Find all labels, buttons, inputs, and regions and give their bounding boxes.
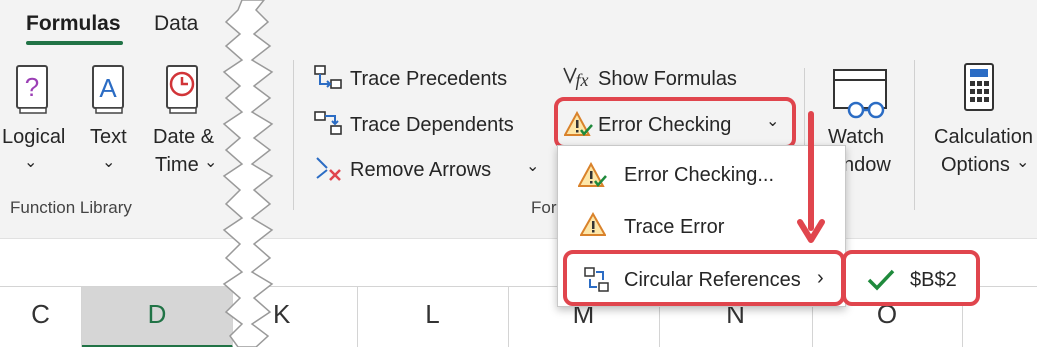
circular-reference-submenu: $B$2: [842, 250, 980, 306]
calculation-options-button[interactable]: Calculation: [934, 126, 1033, 149]
column-header-l[interactable]: L: [357, 287, 509, 347]
column-header-d[interactable]: D: [82, 287, 233, 347]
svg-text:?: ?: [25, 72, 39, 102]
formula-auditing-group-label: For: [531, 198, 557, 217]
checkmark-icon: [866, 268, 896, 292]
svg-text:A: A: [99, 73, 117, 103]
chevron-down-icon: ⌄: [24, 154, 38, 171]
text-button[interactable]: Text: [90, 126, 127, 149]
trace-dependents-icon: [313, 110, 345, 138]
red-arrow-annotation: [797, 111, 825, 243]
trace-dependents-button[interactable]: Trace Dependents: [350, 114, 514, 137]
trace-precedents-icon: [313, 64, 345, 92]
error-checking-split-button[interactable]: Error Checking ⌄: [554, 97, 796, 149]
show-formulas-icon: fx: [562, 64, 594, 92]
calculation-options-label-line2: Options: [941, 154, 1010, 176]
warning-check-icon: [578, 162, 608, 190]
menu-item-circular-references[interactable]: Circular References ›: [563, 250, 845, 306]
remove-arrows-button[interactable]: Remove Arrows: [350, 159, 491, 182]
trace-precedents-button[interactable]: Trace Precedents: [350, 68, 507, 91]
clock-function-icon: [164, 64, 200, 116]
chevron-down-icon: ⌄: [1016, 154, 1030, 171]
chevron-right-icon: ›: [817, 267, 824, 289]
menu-item-error-checking[interactable]: Error Checking...: [624, 164, 774, 187]
chevron-down-icon[interactable]: ⌄: [766, 111, 779, 131]
logical-function-icon: ?: [14, 64, 50, 116]
chevron-down-icon[interactable]: ⌄: [526, 156, 539, 176]
circular-reference-cell-link[interactable]: $B$2: [910, 269, 957, 292]
menu-item-trace-error[interactable]: Trace Error: [624, 216, 724, 239]
group-separator: [914, 60, 915, 210]
tab-formulas[interactable]: Formulas: [26, 12, 121, 36]
calculator-icon: [962, 62, 996, 114]
error-checking-button-label: Error Checking: [598, 114, 732, 136]
svg-text:fx: fx: [576, 70, 589, 90]
circular-reference-icon: [583, 266, 611, 294]
group-separator: [293, 60, 294, 210]
warning-icon: [580, 212, 606, 238]
ribbon-body: ? Logical ⌄ A Text ⌄ Date & Time ⌄ Funct…: [0, 48, 1037, 238]
date-time-label-line2: Time: [155, 154, 199, 176]
ribbon-tab-bar: Formulas Data: [0, 0, 1037, 48]
function-library-group-label: Function Library: [10, 198, 132, 217]
watch-window-icon: [830, 66, 890, 124]
text-function-icon: A: [90, 64, 126, 116]
warning-check-icon: [564, 111, 594, 139]
watch-window-label-line2: ndow: [843, 154, 891, 176]
remove-arrows-icon: [313, 154, 345, 184]
tab-data[interactable]: Data: [154, 12, 198, 36]
torn-edge-divider: [222, 0, 274, 347]
active-tab-indicator: [26, 41, 123, 45]
logical-button[interactable]: Logical: [2, 126, 65, 149]
chevron-down-icon: ⌄: [102, 154, 116, 171]
excel-window: Formulas Data ? Logical ⌄ A Text ⌄ Date …: [0, 0, 1037, 347]
circular-references-label: Circular References: [624, 269, 801, 291]
column-header-c[interactable]: C: [0, 287, 82, 347]
show-formulas-button[interactable]: Show Formulas: [598, 68, 737, 91]
date-time-button[interactable]: Date &: [153, 126, 214, 149]
